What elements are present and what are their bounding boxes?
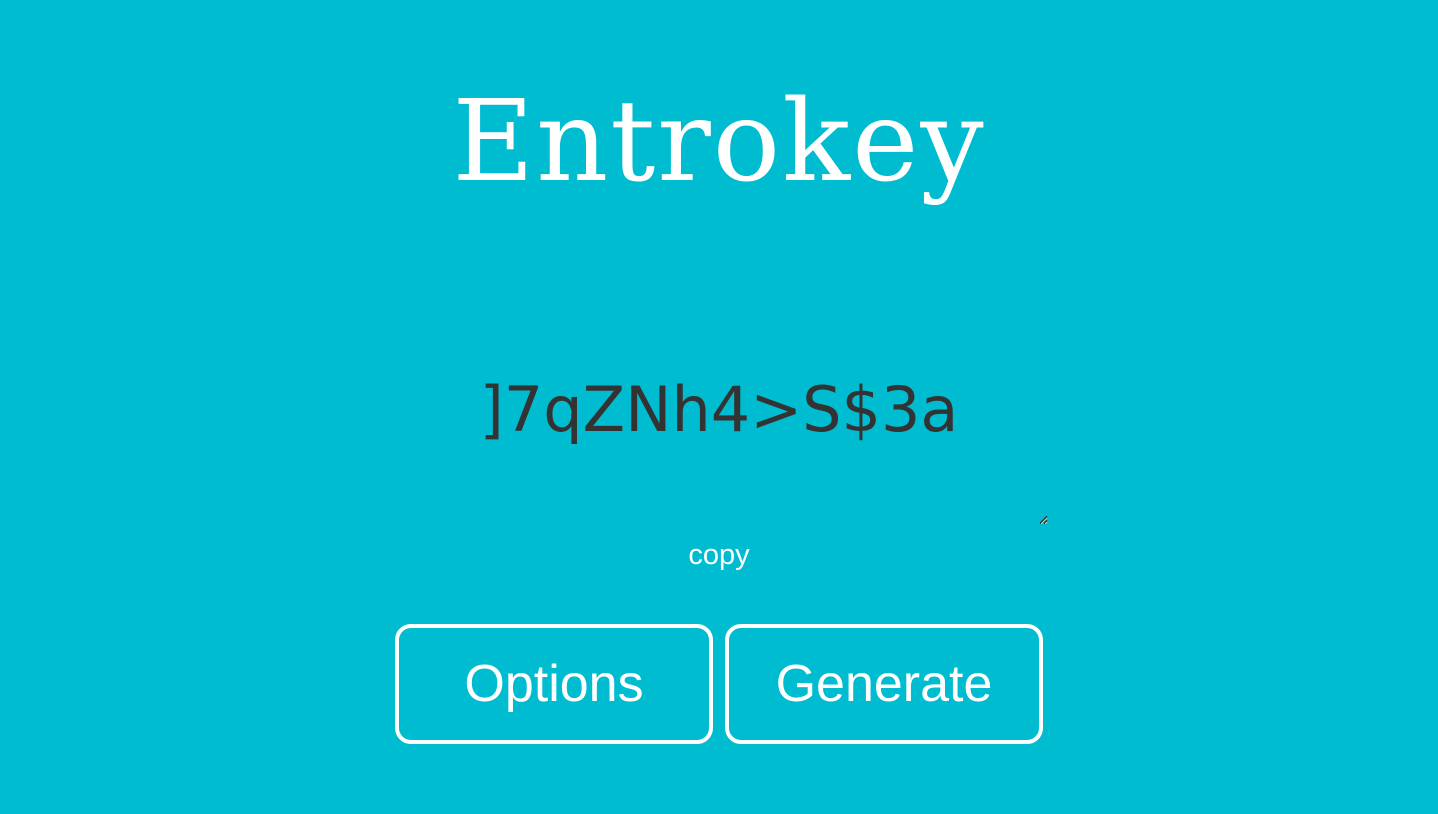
copy-row: copy — [0, 536, 1438, 574]
app-title: Entrokey — [452, 77, 986, 207]
generate-button[interactable]: Generate — [725, 624, 1043, 744]
options-button[interactable]: Options — [395, 624, 713, 744]
password-textarea[interactable]: ]7qZNh4>S$3a — [390, 360, 1048, 525]
app-container: Entrokey ]7qZNh4>S$3a copy Options Gener… — [0, 0, 1438, 814]
copy-link[interactable]: copy — [688, 539, 749, 571]
